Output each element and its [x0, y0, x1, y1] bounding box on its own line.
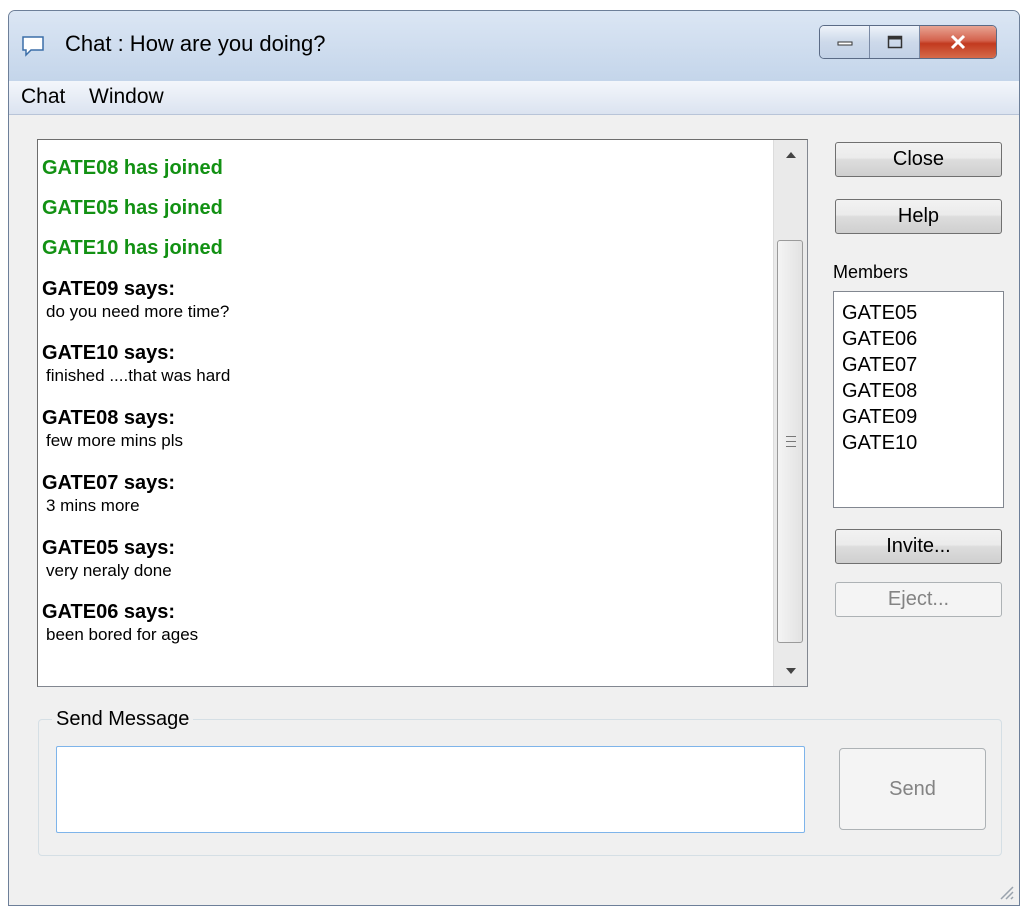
maximize-icon: [887, 35, 902, 49]
scroll-down-arrow-icon: [785, 668, 796, 674]
scroll-thumb[interactable]: [777, 240, 803, 643]
scroll-up-button[interactable]: [774, 140, 807, 170]
message-sender: GATE10 says:: [42, 342, 176, 364]
scroll-grip-icon: [786, 436, 796, 451]
message-sender: GATE08 says:: [42, 407, 176, 429]
message-text: 3 mins more: [46, 496, 140, 515]
maximize-button[interactable]: [870, 26, 920, 58]
member-item[interactable]: GATE05: [842, 300, 1003, 326]
menu-window[interactable]: Window: [87, 85, 166, 109]
message-input[interactable]: [56, 746, 805, 833]
scroll-down-button[interactable]: [774, 656, 807, 686]
message-text: been bored for ages: [46, 625, 199, 644]
message-text: do you need more time?: [46, 302, 230, 321]
message-text: few more mins pls: [46, 431, 183, 450]
message-sender: GATE06 says:: [42, 601, 176, 623]
help-button[interactable]: Help: [835, 199, 1002, 234]
close-window-button[interactable]: [920, 26, 996, 58]
menu-chat[interactable]: Chat: [19, 85, 67, 109]
member-item[interactable]: GATE09: [842, 404, 1003, 430]
scroll-up-arrow-icon: [785, 152, 796, 158]
close-icon: [950, 34, 966, 50]
close-button[interactable]: Close: [835, 142, 1002, 177]
caption-buttons: [819, 25, 997, 59]
send-button[interactable]: Send: [839, 748, 986, 830]
member-item[interactable]: GATE07: [842, 352, 1003, 378]
member-item[interactable]: GATE06: [842, 326, 1003, 352]
chat-bubble-icon: [22, 36, 44, 57]
eject-button[interactable]: Eject...: [835, 582, 1002, 617]
join-notice: GATE10 has joined: [42, 237, 223, 259]
members-list[interactable]: GATE05 GATE06 GATE07 GATE08 GATE09 GATE1…: [833, 291, 1004, 508]
chat-scrollbar[interactable]: [773, 140, 807, 686]
message-sender: GATE05 says:: [42, 537, 176, 559]
members-label: Members: [833, 262, 909, 282]
minimize-icon: [837, 41, 852, 46]
menu-bar: Chat Window: [9, 81, 1019, 115]
join-notice: GATE05 has joined: [42, 197, 223, 219]
window-title: Chat : How are you doing?: [65, 31, 326, 56]
send-message-label: Send Message: [52, 708, 194, 731]
chat-window: Chat : How are you doing? Chat Window GA…: [8, 10, 1020, 906]
join-notice: GATE08 has joined: [42, 157, 223, 179]
message-text: finished ....that was hard: [46, 366, 231, 385]
member-item[interactable]: GATE10: [842, 430, 1003, 456]
chat-messages: GATE08 has joined GATE05 has joined GATE…: [38, 140, 771, 686]
minimize-button[interactable]: [820, 26, 870, 58]
invite-button[interactable]: Invite...: [835, 529, 1002, 564]
message-text: very neraly done: [46, 561, 172, 580]
member-item[interactable]: GATE08: [842, 378, 1003, 404]
message-sender: GATE09 says:: [42, 278, 176, 300]
resize-grip-icon[interactable]: [993, 879, 1015, 901]
message-sender: GATE07 says:: [42, 472, 176, 494]
chat-log[interactable]: GATE08 has joined GATE05 has joined GATE…: [37, 139, 808, 687]
title-bar[interactable]: Chat : How are you doing?: [9, 11, 1019, 81]
